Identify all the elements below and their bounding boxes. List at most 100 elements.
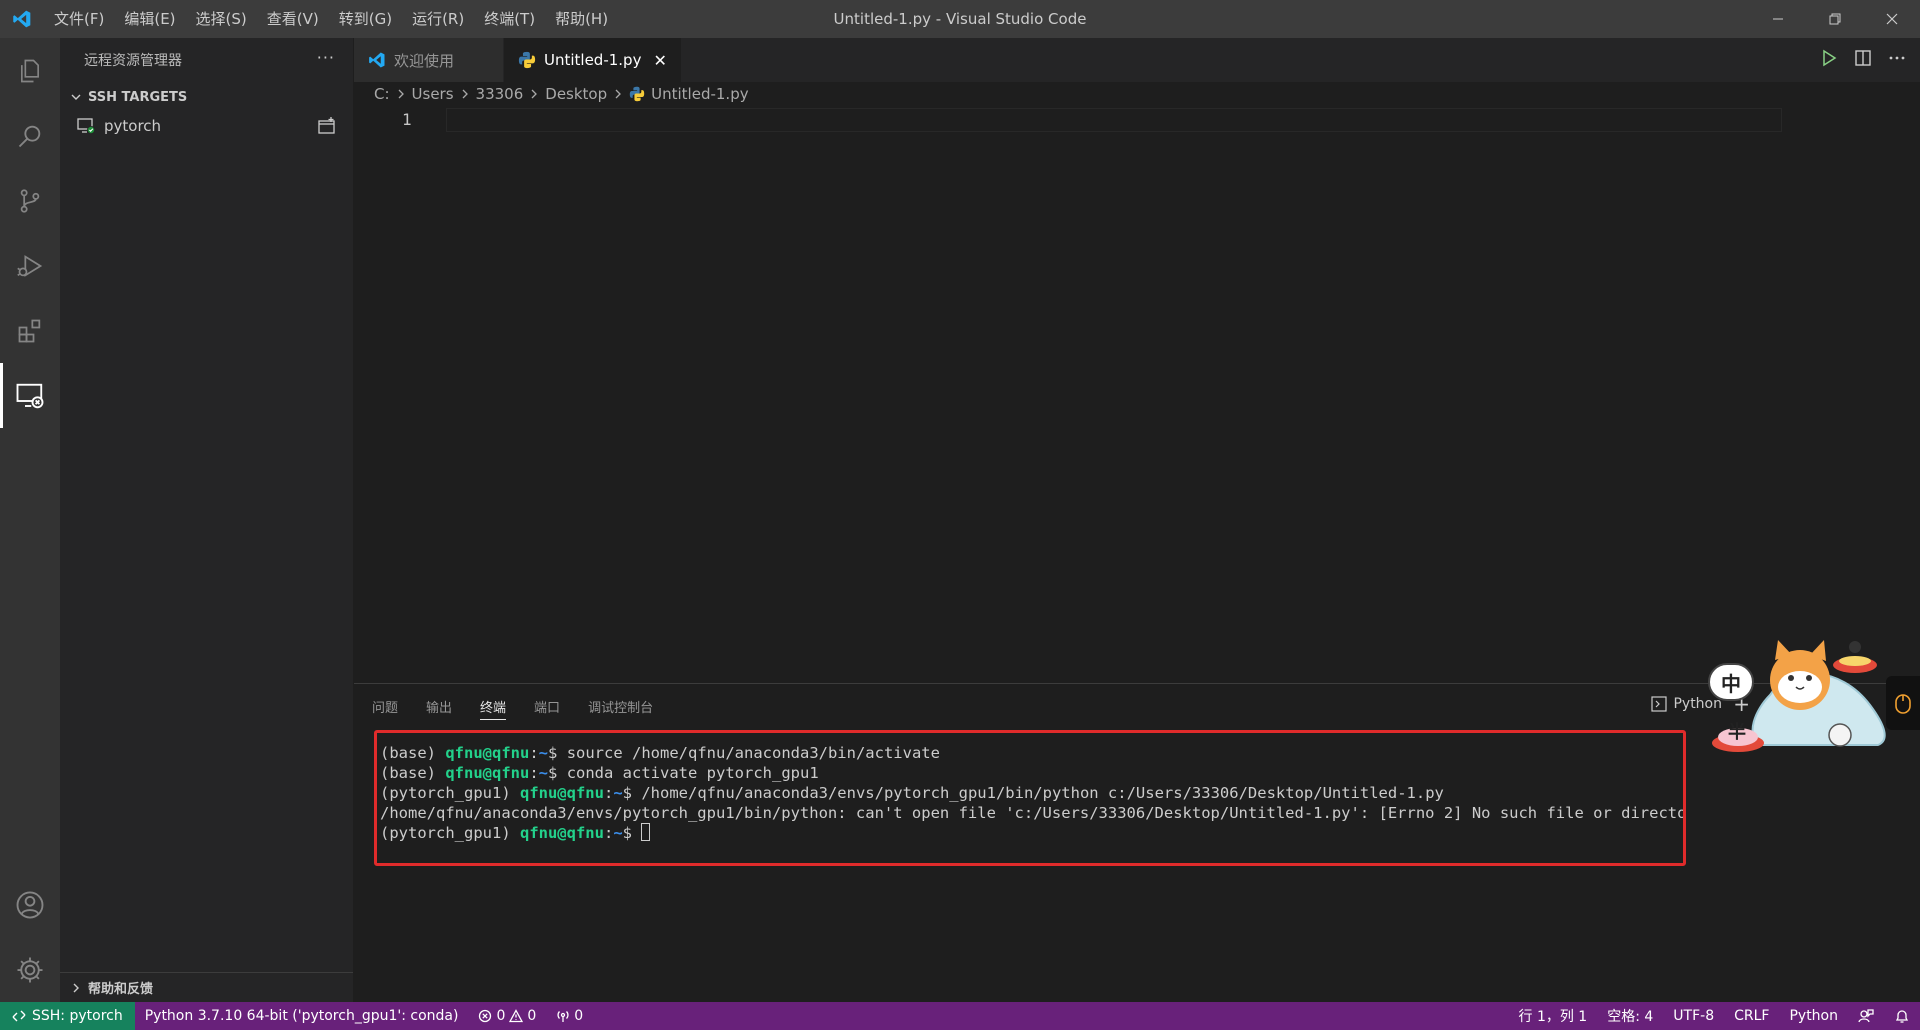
terminal-prompt: $ bbox=[548, 764, 567, 782]
encoding[interactable]: UTF-8 bbox=[1663, 1002, 1724, 1030]
terminal-user: qfnu@qfnu bbox=[445, 744, 530, 762]
editor-tabs: 欢迎使用 Untitled-1.py ✕ bbox=[354, 38, 1920, 82]
floating-tool-handle[interactable] bbox=[1886, 676, 1920, 730]
mouse-icon bbox=[1895, 694, 1911, 714]
close-icon bbox=[1886, 13, 1897, 25]
terminal-colon: : bbox=[529, 744, 539, 762]
files-icon bbox=[21, 59, 39, 82]
vscode-logo-icon bbox=[0, 0, 44, 38]
tab-ports[interactable]: 端口 bbox=[534, 684, 560, 728]
tab-debug-console[interactable]: 调试控制台 bbox=[588, 684, 653, 728]
menu-selection[interactable]: 选择(S) bbox=[186, 0, 257, 38]
account-icon bbox=[16, 891, 44, 918]
minimize-button[interactable] bbox=[1749, 0, 1806, 38]
breadcrumb-item[interactable]: Desktop bbox=[545, 85, 607, 103]
menu-view[interactable]: 查看(V) bbox=[257, 0, 329, 38]
cursor-position[interactable]: 行 1，列 1 bbox=[1509, 1002, 1598, 1030]
remote-icon bbox=[12, 1010, 26, 1022]
tab-welcome[interactable]: 欢迎使用 bbox=[354, 38, 504, 82]
terminal-line: (pytorch_gpu1) qfnu@qfnu:~$ /home/qfnu/a… bbox=[380, 783, 1683, 803]
terminal-colon: : bbox=[529, 764, 539, 782]
broadcast-icon bbox=[557, 1011, 569, 1022]
ssh-targets-section[interactable]: SSH TARGETS bbox=[60, 82, 353, 112]
run-debug-icon bbox=[17, 254, 43, 277]
chevron-right-icon bbox=[613, 89, 623, 99]
tab-problems[interactable]: 问题 bbox=[372, 684, 398, 728]
code-editor[interactable]: 1 bbox=[354, 106, 1920, 136]
restore-button[interactable] bbox=[1806, 0, 1863, 38]
breadcrumb-item[interactable]: Users bbox=[412, 85, 454, 103]
terminal-icon bbox=[1651, 696, 1668, 712]
sticker-char-ban: 半 bbox=[1728, 722, 1746, 743]
run-python-file-button[interactable] bbox=[1820, 49, 1838, 71]
menu-go[interactable]: 转到(G) bbox=[329, 0, 402, 38]
end-of-line[interactable]: CRLF bbox=[1724, 1002, 1779, 1030]
terminal-path: ~ bbox=[613, 824, 623, 842]
status-bar: SSH: pytorch Python 3.7.10 64-bit ('pyto… bbox=[0, 1002, 1920, 1030]
new-window-icon bbox=[318, 117, 335, 134]
more-icon bbox=[1889, 56, 1905, 60]
more-actions-button[interactable]: ··· bbox=[317, 48, 335, 67]
feedback-icon bbox=[1858, 1009, 1874, 1023]
remote-explorer-button[interactable] bbox=[0, 363, 60, 428]
source-control-icon bbox=[20, 188, 40, 213]
remote-indicator[interactable]: SSH: pytorch bbox=[0, 1002, 135, 1030]
ssh-target-pytorch[interactable]: pytorch bbox=[60, 112, 353, 140]
accounts-button[interactable] bbox=[0, 872, 60, 937]
tab-terminal[interactable]: 终端 bbox=[480, 684, 507, 728]
terminal-cursor bbox=[641, 823, 651, 841]
menu-edit[interactable]: 编辑(E) bbox=[114, 0, 185, 38]
terminal-env: (pytorch_gpu1) bbox=[380, 784, 520, 802]
error-icon bbox=[479, 1009, 492, 1023]
sidebar-header: 远程资源管理器 ··· bbox=[60, 38, 353, 82]
menu-bar: 文件(F) 编辑(E) 选择(S) 查看(V) 转到(G) 运行(R) 终端(T… bbox=[44, 0, 618, 38]
close-window-button[interactable] bbox=[1863, 0, 1920, 38]
menu-help[interactable]: 帮助(H) bbox=[545, 0, 618, 38]
feedback-button[interactable] bbox=[1848, 1002, 1884, 1030]
ssh-target-label: pytorch bbox=[104, 117, 162, 135]
play-icon bbox=[1823, 49, 1837, 67]
problems-indicator[interactable]: 0 0 bbox=[468, 1002, 546, 1030]
breadcrumb-item[interactable]: Untitled-1.py bbox=[651, 85, 748, 103]
tab-untitled-1-py[interactable]: Untitled-1.py ✕ bbox=[504, 38, 682, 82]
split-editor-button[interactable] bbox=[1854, 49, 1872, 71]
run-debug-button[interactable] bbox=[0, 233, 60, 298]
chevron-right-icon bbox=[529, 89, 539, 99]
help-feedback-section[interactable]: 帮助和反馈 bbox=[60, 972, 353, 1002]
tab-output[interactable]: 输出 bbox=[426, 684, 452, 728]
python-interpreter[interactable]: Python 3.7.10 64-bit ('pytorch_gpu1': co… bbox=[135, 1002, 469, 1030]
terminal-env: (pytorch_gpu1) bbox=[380, 824, 520, 842]
language-mode[interactable]: Python bbox=[1779, 1002, 1848, 1030]
explorer-button[interactable] bbox=[0, 38, 60, 103]
activity-bar-bottom bbox=[0, 872, 60, 1002]
terminal-colon: : bbox=[603, 784, 614, 802]
notifications-button[interactable] bbox=[1884, 1002, 1920, 1030]
menu-terminal[interactable]: 终端(T) bbox=[474, 0, 545, 38]
menu-run[interactable]: 运行(R) bbox=[402, 0, 474, 38]
search-button[interactable] bbox=[0, 103, 60, 168]
extensions-button[interactable] bbox=[0, 298, 60, 363]
panel-tabs: 问题 输出 终端 端口 调试控制台 Python + bbox=[354, 684, 1920, 728]
terminal-env: (base) bbox=[380, 744, 446, 762]
close-tab-icon[interactable]: ✕ bbox=[653, 51, 666, 70]
terminal-line: (base) qfnu@qfnu:~$ source /home/qfnu/an… bbox=[380, 743, 1683, 763]
terminal-output[interactable]: (base) qfnu@qfnu:~$ source /home/qfnu/an… bbox=[374, 730, 1686, 866]
title-bar: 文件(F) 编辑(E) 选择(S) 查看(V) 转到(G) 运行(R) 终端(T… bbox=[0, 0, 1920, 38]
indentation[interactable]: 空格: 4 bbox=[1597, 1002, 1663, 1030]
terminal-path: ~ bbox=[538, 744, 549, 762]
manage-button[interactable] bbox=[0, 937, 60, 1002]
ports-indicator[interactable]: 0 bbox=[546, 1002, 593, 1030]
menu-file[interactable]: 文件(F) bbox=[44, 0, 114, 38]
open-in-new-window-button[interactable] bbox=[317, 116, 337, 140]
source-control-button[interactable] bbox=[0, 168, 60, 233]
minimize-icon bbox=[1772, 18, 1783, 20]
breadcrumb-item[interactable]: 33306 bbox=[476, 85, 524, 103]
terminal-user: qfnu@qfnu bbox=[519, 784, 604, 802]
ports-count: 0 bbox=[574, 1008, 584, 1024]
editor-more-actions-button[interactable] bbox=[1888, 49, 1906, 71]
terminal-path: ~ bbox=[613, 784, 623, 802]
editor-actions bbox=[1820, 38, 1906, 82]
breadcrumb-item[interactable]: C: bbox=[374, 85, 390, 103]
bottom-panel: 问题 输出 终端 端口 调试控制台 Python + (base) qfnu@q… bbox=[354, 683, 1920, 1002]
remote-label: SSH: pytorch bbox=[32, 1008, 123, 1024]
